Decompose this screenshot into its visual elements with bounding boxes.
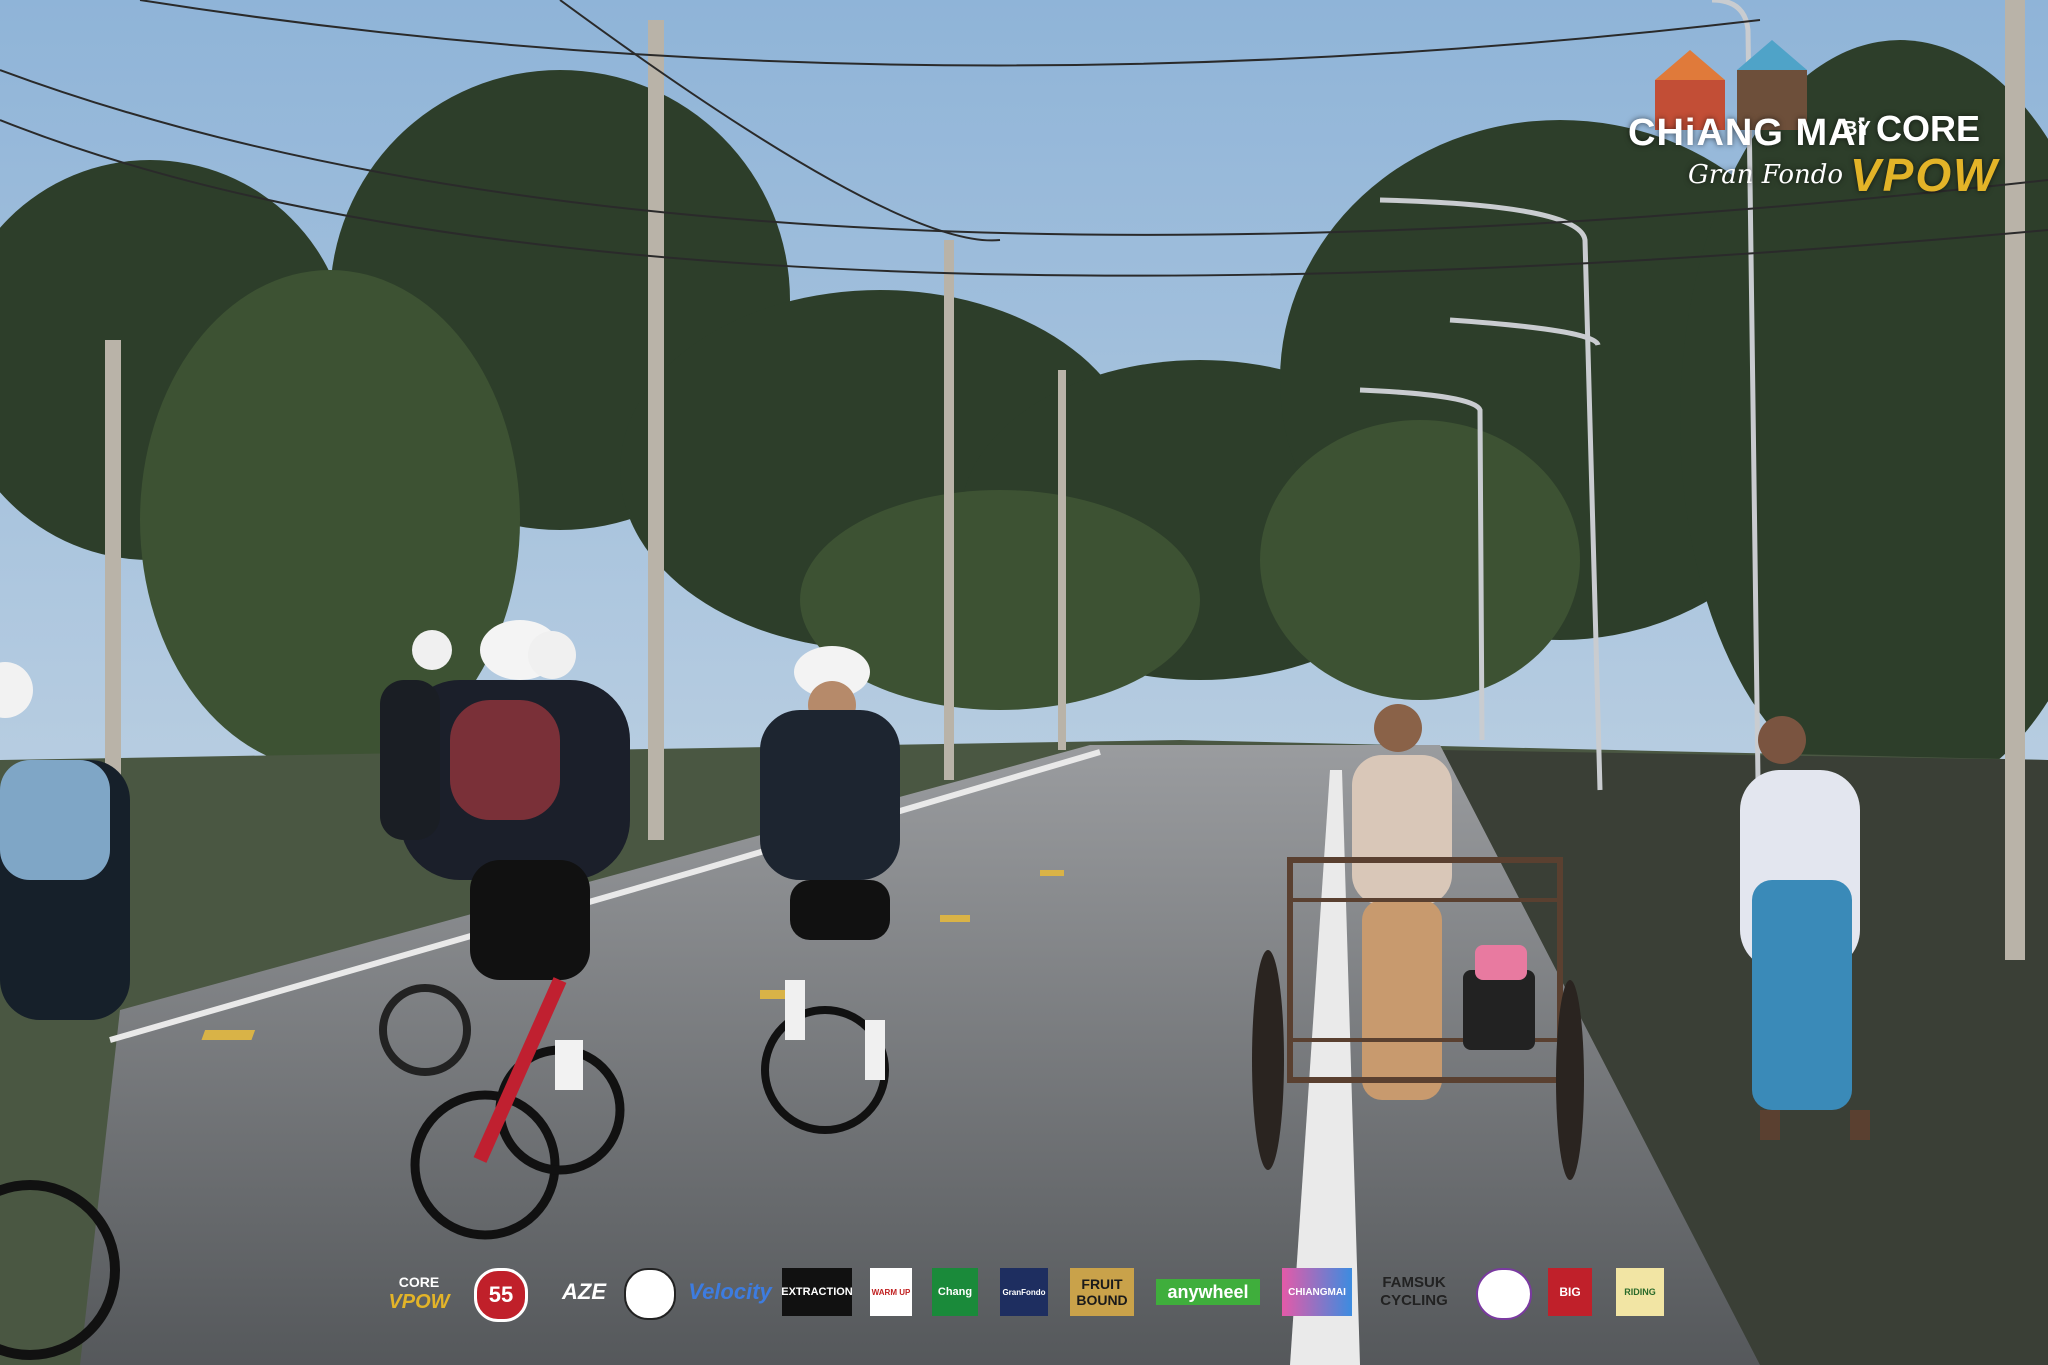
event-subtitle: Gran Fondo <box>1688 160 1844 190</box>
sponsor-fruit-bound: FRUIT BOUND <box>1070 1268 1134 1316</box>
brand-core: CORE <box>1876 108 1981 149</box>
sponsor-granfondo: GranFondo <box>1000 1268 1048 1316</box>
sponsor-55: 55 <box>474 1268 528 1322</box>
road-scene-photo <box>0 0 2048 1365</box>
sponsor-emblem <box>1476 1268 1532 1320</box>
event-title: CHiANG MAi <box>1628 112 1869 154</box>
sponsor-big-spray: BIG <box>1548 1268 1592 1316</box>
sponsor-anywheel: anywheel <box>1156 1279 1260 1305</box>
sponsor-famsuk-cycling: FAMSUK CYCLING <box>1380 1274 1448 1309</box>
sponsor-warmup: WARM UP <box>870 1268 912 1316</box>
sponsor-core-vpow: CORE VPOW <box>388 1274 450 1313</box>
sponsor-round-logo <box>624 1268 676 1320</box>
sponsor-blaze: AZE <box>562 1279 606 1304</box>
sponsor-riding: RIDING <box>1616 1268 1664 1316</box>
sponsor-velocity: Velocity <box>688 1279 772 1304</box>
sponsor-chiangmai: CHIANGMAI <box>1282 1268 1352 1316</box>
by-label: BY <box>1843 118 1871 140</box>
brand-vpow: VPOW <box>1850 149 1999 201</box>
sponsor-strip: CORE VPOW 55 AZE Velocity EXTRACTION WAR… <box>384 1268 1674 1328</box>
sponsor-chang: Chang <box>932 1268 978 1316</box>
sponsor-extraction: EXTRACTION <box>782 1268 852 1316</box>
